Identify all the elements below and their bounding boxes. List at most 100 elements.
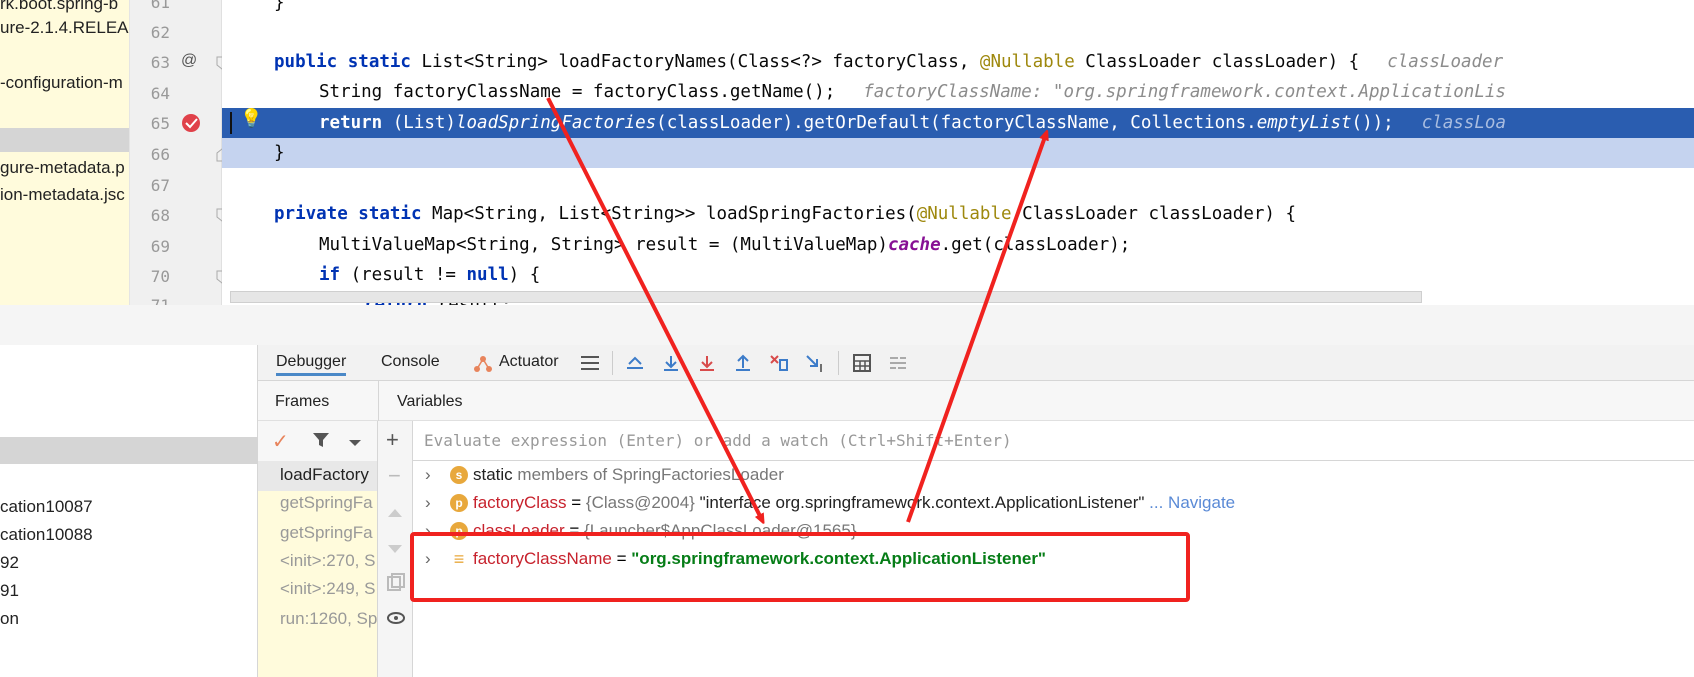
- project-tree: rk.boot.spring-b ure-2.1.4.RELEAS -confi…: [0, 0, 130, 305]
- code-field: cache: [887, 235, 941, 255]
- code-text: .get(classLoader);: [940, 235, 1131, 255]
- step-out-icon[interactable]: [731, 351, 755, 375]
- static-badge-icon: s: [450, 466, 468, 484]
- evaluate-expression-input[interactable]: Evaluate expression (Enter) or add a wat…: [413, 421, 1694, 461]
- inline-value-hint: classLoa: [1421, 113, 1506, 133]
- code-line-70: if (result != null) {: [222, 260, 1694, 290]
- override-icon[interactable]: @: [181, 52, 197, 70]
- trace-icon[interactable]: [886, 351, 910, 375]
- copy-icon[interactable]: [387, 573, 405, 596]
- selected-row: [0, 437, 258, 464]
- menu-icon[interactable]: [578, 351, 602, 375]
- code-annotation: @Nullable: [979, 52, 1075, 72]
- tab-actuator[interactable]: Actuator: [499, 351, 559, 373]
- evaluate-placeholder: Evaluate expression (Enter) or add a wat…: [424, 431, 1012, 450]
- variable-value: "interface org.springframework.context.A…: [699, 493, 1145, 512]
- line-number: 67: [150, 176, 170, 195]
- remove-watch-icon[interactable]: −: [388, 463, 401, 489]
- service-item[interactable]: cation10087: [0, 497, 93, 517]
- code-text: ClassLoader classLoader) {: [1011, 204, 1297, 224]
- move-down-icon[interactable]: [387, 541, 403, 559]
- code-method: emptyList: [1256, 113, 1352, 133]
- tree-item[interactable]: ure-2.1.4.RELEAS: [0, 18, 129, 38]
- lightbulb-icon[interactable]: 💡: [240, 108, 262, 129]
- chevron-right-icon[interactable]: ›: [425, 489, 431, 517]
- step-into-icon[interactable]: [695, 351, 719, 375]
- variable-type: {Class@2004}: [585, 493, 700, 512]
- code-keyword: return: [319, 113, 383, 133]
- code-text: MultiValueMap<String, String> result = (…: [319, 235, 888, 255]
- service-item[interactable]: 91: [0, 581, 19, 601]
- service-item[interactable]: on: [0, 609, 19, 629]
- tree-item[interactable]: gure-metadata.p: [0, 158, 125, 178]
- frames-title: Frames: [275, 393, 330, 410]
- frames-list: loadFactory getSpringFa getSpringFa <ini…: [258, 461, 378, 677]
- add-watch-icon[interactable]: +: [386, 427, 399, 453]
- tree-selection: [0, 128, 129, 152]
- frame-item[interactable]: getSpringFa: [280, 523, 373, 543]
- code-annotation: @Nullable: [916, 204, 1012, 224]
- variables-title: Variables: [397, 393, 463, 410]
- code-line-69: MultiValueMap<String, String> result = (…: [222, 230, 1694, 260]
- breakpoint-icon[interactable]: [180, 112, 202, 134]
- frame-item[interactable]: <init>:270, S: [280, 551, 375, 571]
- line-number: 61: [150, 0, 170, 12]
- code-text: Map<String, List<String>> loadSpringFact…: [421, 204, 917, 224]
- tree-item[interactable]: -configuration-m: [0, 73, 123, 93]
- show-execution-point-icon[interactable]: [623, 351, 647, 375]
- code-line-63: public static List<String> loadFactoryNa…: [222, 47, 1694, 77]
- watches-eye-icon[interactable]: [387, 611, 405, 629]
- service-item[interactable]: cation10088: [0, 525, 93, 545]
- run-to-cursor-icon[interactable]: [803, 351, 827, 375]
- code-line-66: }: [222, 138, 1694, 168]
- navigate-link[interactable]: ... Navigate: [1144, 493, 1235, 512]
- code-line-64: String factoryClassName = factoryClass.g…: [222, 77, 1694, 107]
- line-number: 66: [150, 145, 170, 164]
- cursor-caret: [230, 112, 232, 134]
- move-up-icon[interactable]: [387, 505, 403, 523]
- code-keyword: private static: [274, 204, 422, 224]
- code-line-65-execution-point: return (List)loadSpringFactories(classLo…: [222, 108, 1694, 138]
- line-number: 68: [150, 206, 170, 225]
- frame-item[interactable]: <init>:249, S: [280, 579, 375, 599]
- tab-debugger[interactable]: Debugger: [276, 351, 347, 376]
- variable-name: factoryClass: [473, 493, 567, 512]
- tree-item[interactable]: ion-metadata.jsc: [0, 185, 125, 205]
- editor-gutter: 61 62 63 64 65 66 67 68 69 70 71 @: [130, 0, 228, 315]
- checkmark-icon[interactable]: ✓: [272, 429, 289, 454]
- code-editor[interactable]: } public static List<String> loadFactory…: [222, 0, 1694, 305]
- code-method: loadSpringFactories: [455, 113, 657, 133]
- chevron-right-icon[interactable]: ›: [425, 461, 431, 489]
- variable-rest: members of SpringFactoriesLoader: [512, 465, 784, 484]
- drop-frame-icon[interactable]: [767, 351, 791, 375]
- frame-item[interactable]: loadFactory: [280, 465, 369, 485]
- step-over-icon[interactable]: [659, 351, 683, 375]
- line-number: 63: [150, 53, 170, 72]
- line-number: 62: [150, 23, 170, 42]
- pane-divider: [378, 381, 379, 421]
- code-text: }: [274, 143, 285, 163]
- inline-value-hint: classLoader: [1387, 52, 1504, 72]
- tool-window-header: [0, 305, 1694, 345]
- code-text: String factoryClassName = factoryClass.g…: [319, 82, 836, 102]
- tree-item[interactable]: rk.boot.spring-b: [0, 0, 118, 14]
- variables-side-toolbar: + −: [378, 421, 413, 677]
- code-keyword: null: [466, 265, 509, 285]
- horizontal-scrollbar[interactable]: [230, 291, 1422, 303]
- evaluate-icon[interactable]: [850, 351, 874, 375]
- tab-console[interactable]: Console: [381, 351, 440, 373]
- inline-value-hint: factoryClassName: "org.springframework.c…: [863, 82, 1506, 102]
- frame-item[interactable]: run:1260, Sp: [280, 609, 377, 629]
- code-line-68: private static Map<String, List<String>>…: [222, 199, 1694, 229]
- code-line-61: }: [222, 0, 1694, 18]
- chevron-down-icon[interactable]: [348, 435, 362, 453]
- filter-icon[interactable]: [312, 431, 330, 454]
- line-number: 70: [150, 267, 170, 286]
- line-number: 65: [150, 114, 170, 133]
- code-text: (result !=: [340, 265, 467, 285]
- code-text: List<String> loadFactoryNames(Class<?> f…: [410, 52, 980, 72]
- service-item[interactable]: 92: [0, 553, 19, 573]
- debugger-pane-header: Frames Variables: [258, 381, 1694, 421]
- frame-item[interactable]: getSpringFa: [280, 493, 373, 513]
- code-text: ());: [1351, 113, 1394, 133]
